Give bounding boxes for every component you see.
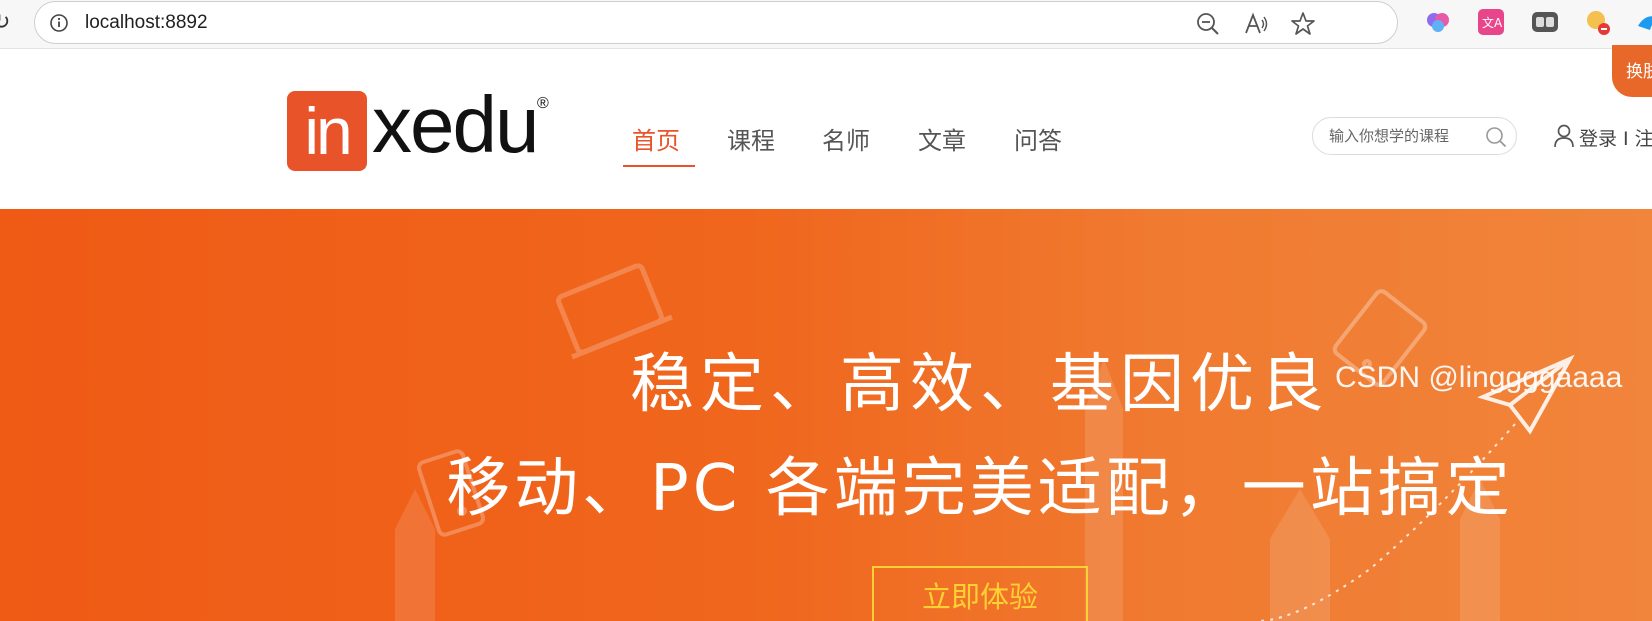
svg-text:文A: 文A xyxy=(1482,15,1503,30)
skin-switch-ribbon[interactable]: 换肤 xyxy=(1612,45,1652,97)
url-text[interactable]: localhost:8892 xyxy=(85,12,208,34)
search-input[interactable] xyxy=(1329,126,1479,146)
nav-item-teachers[interactable]: 名师 xyxy=(822,121,870,156)
login-register-link[interactable]: 登录 I 注 xyxy=(1579,124,1652,151)
bird-extension-icon[interactable] xyxy=(1636,8,1652,36)
nav-item-qa[interactable]: 问答 xyxy=(1014,121,1062,156)
logo-mark-text: in xyxy=(304,94,352,168)
read-aloud-icon[interactable] xyxy=(1243,11,1269,37)
translate-extension-icon[interactable]: 文A xyxy=(1477,8,1505,36)
nav-item-courses[interactable]: 课程 xyxy=(727,121,775,156)
csdn-watermark: CSDN @linggggaaaa xyxy=(1335,361,1623,394)
logo-text[interactable]: xedu xyxy=(372,85,539,165)
site-info-icon[interactable] xyxy=(49,13,69,33)
nav-item-articles[interactable]: 文章 xyxy=(918,121,966,156)
reader-extension-icon[interactable] xyxy=(1531,8,1559,36)
site-header: in xedu ® 首页 课程 名师 文章 问答 登录 I 注 换肤 xyxy=(0,45,1652,209)
logo-mark[interactable]: in xyxy=(287,91,367,171)
reload-icon[interactable]: ↻ xyxy=(0,10,12,36)
user-icon xyxy=(1554,124,1574,148)
brain-extension-icon[interactable] xyxy=(1424,8,1452,36)
zoom-out-icon[interactable] xyxy=(1195,11,1221,37)
nav-item-home[interactable]: 首页 xyxy=(632,121,680,156)
favorite-star-icon[interactable] xyxy=(1290,11,1316,37)
nav-active-indicator xyxy=(623,165,695,167)
registered-mark: ® xyxy=(537,95,549,112)
search-icon[interactable] xyxy=(1485,126,1507,148)
blocked-extension-icon[interactable] xyxy=(1584,8,1612,36)
course-search-box[interactable] xyxy=(1312,117,1517,155)
hero-subheadline-text: 移动、PC 各端完美适配，一站搞定 xyxy=(446,452,1514,526)
ribbon-label: 换肤 xyxy=(1626,62,1652,82)
hero-subheadline: 移动、PC 各端完美适配，一站搞定 xyxy=(0,437,1652,529)
address-bar[interactable]: localhost:8892 xyxy=(34,1,1398,44)
browser-toolbar: ↻ localhost:8892 文A xyxy=(0,0,1652,49)
hero-headline-text: 稳定、高效、基因优良 xyxy=(630,348,1330,422)
try-now-button[interactable]: 立即体验 xyxy=(872,566,1088,621)
hero-banner: 稳定、高效、基因优良 移动、PC 各端完美适配，一站搞定 立即体验 xyxy=(0,209,1652,621)
